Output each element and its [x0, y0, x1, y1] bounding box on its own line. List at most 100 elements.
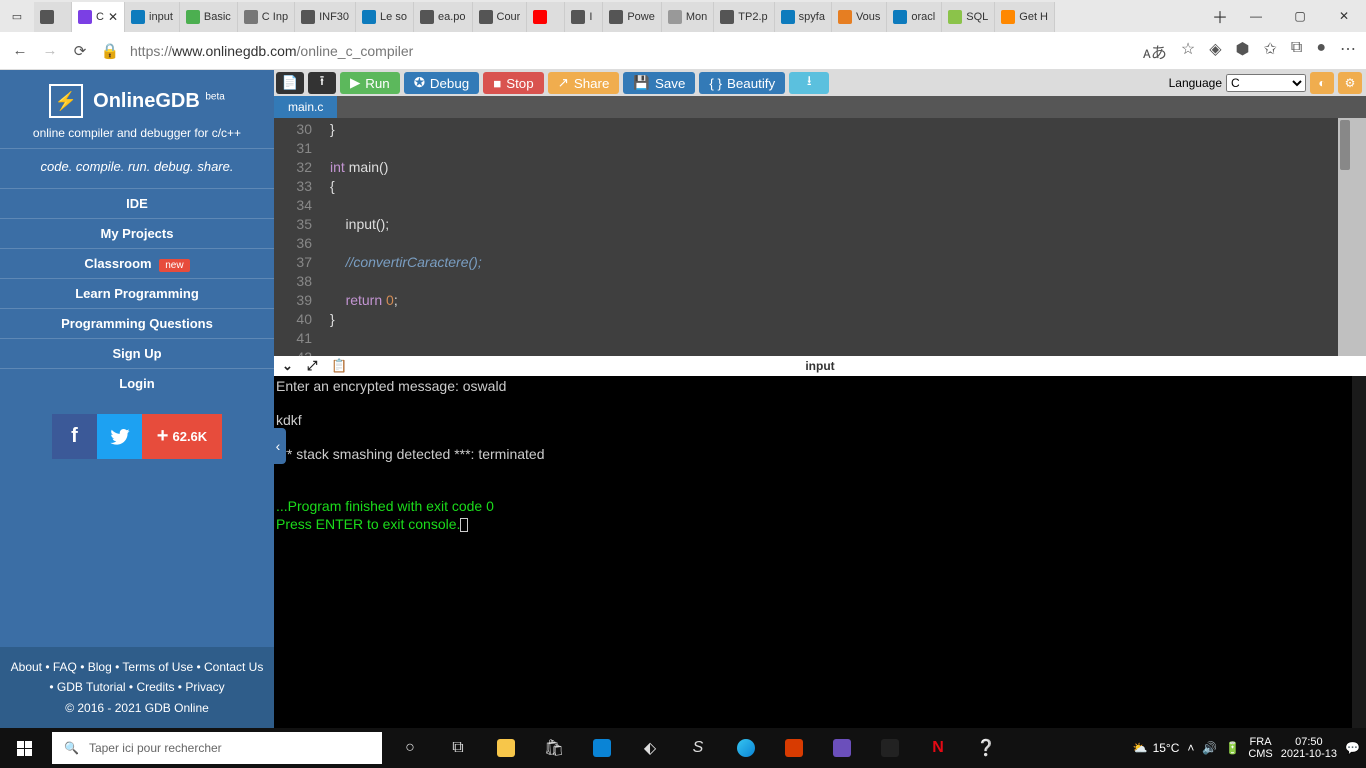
theme-button[interactable]: ◐ — [1310, 72, 1334, 94]
code-line[interactable] — [330, 234, 482, 253]
code-line[interactable]: } — [330, 310, 482, 329]
addr-action-icon[interactable]: ⧉ — [1291, 39, 1302, 63]
browser-tab[interactable] — [527, 2, 565, 32]
taskbar-mail[interactable] — [578, 728, 626, 768]
window-minimize[interactable]: — — [1234, 9, 1278, 23]
taskbar-office[interactable] — [770, 728, 818, 768]
code-line[interactable]: input(); — [330, 215, 482, 234]
sidebar-item[interactable]: My Projects — [0, 218, 274, 248]
upload-button[interactable]: ⭱ — [308, 72, 336, 94]
code-line[interactable]: return 0; — [330, 291, 482, 310]
editor-scrollbar[interactable] — [1338, 118, 1352, 356]
expand-console-icon[interactable]: ⤢ — [307, 358, 317, 374]
sidebar-item[interactable]: Classroom new — [0, 248, 274, 278]
taskbar-cortana[interactable]: ○ — [386, 728, 434, 768]
window-close[interactable]: ✕ — [1322, 9, 1366, 23]
browser-tab[interactable]: I — [565, 2, 603, 32]
tray-battery-icon[interactable]: 🔋 — [1225, 741, 1240, 755]
window-maximize[interactable]: ▢ — [1278, 9, 1322, 23]
copy-console-icon[interactable]: 📋 — [331, 358, 347, 374]
download-button[interactable]: ⭳ — [789, 72, 829, 94]
browser-tab[interactable]: Mon — [662, 2, 714, 32]
taskbar-lang[interactable]: FRACMS — [1248, 736, 1272, 760]
browser-tab[interactable]: Cour — [473, 2, 528, 32]
browser-tab[interactable]: input — [125, 2, 180, 32]
taskbar-taskview[interactable]: ⧉ — [434, 728, 482, 768]
browser-tab[interactable]: Get H — [995, 2, 1055, 32]
addr-action-icon[interactable]: ☆ — [1181, 39, 1195, 63]
browser-tab[interactable]: C✕ — [72, 2, 125, 32]
new-tab-button[interactable]: ＋ — [1206, 4, 1234, 28]
taskbar-clock[interactable]: 07:502021-10-13 — [1281, 736, 1337, 760]
taskbar-app-s[interactable]: S — [674, 728, 722, 768]
sidebar-item[interactable]: Learn Programming — [0, 278, 274, 308]
taskbar-explorer[interactable] — [482, 728, 530, 768]
beautify-button[interactable]: { } Beautify — [699, 72, 785, 94]
code-line[interactable]: } — [330, 120, 482, 139]
console-output[interactable]: Enter an encrypted message: oswald kdkf … — [274, 376, 1366, 728]
debug-button[interactable]: ✪ Debug — [404, 72, 479, 94]
taskbar-edge[interactable] — [722, 728, 770, 768]
reload-button[interactable]: ⟳ — [70, 42, 90, 60]
browser-tab[interactable]: SQL — [942, 2, 995, 32]
code-line[interactable]: //convertirCaractere(); — [330, 253, 482, 272]
browser-tab[interactable]: Basic — [180, 2, 238, 32]
run-button[interactable]: ▶ Run — [340, 72, 400, 94]
browser-tab[interactable]: Vous — [832, 2, 887, 32]
sidebar-item[interactable]: Sign Up — [0, 338, 274, 368]
share-button[interactable]: ↗ Share — [548, 72, 620, 94]
taskbar-dropbox[interactable]: ⬖ — [626, 728, 674, 768]
windows-search-box[interactable]: 🔍 Taper ici pour rechercher — [52, 732, 382, 764]
tray-volume-icon[interactable]: 🔊 — [1202, 741, 1217, 755]
close-icon[interactable]: ✕ — [108, 10, 118, 24]
browser-tab[interactable]: TP2.p — [714, 2, 774, 32]
collapse-console-icon[interactable]: ⌄ — [282, 358, 293, 374]
code-editor[interactable]: 30313233343536373839404142 }int main(){ … — [274, 118, 1366, 356]
code-line[interactable] — [330, 348, 482, 356]
twitter-button[interactable] — [97, 414, 142, 459]
notifications-icon[interactable]: 💬 — [1345, 741, 1360, 755]
collapse-sidebar-handle[interactable]: ‹ — [270, 428, 286, 464]
browser-tab[interactable]: Le so — [356, 2, 414, 32]
language-select[interactable]: C — [1226, 74, 1306, 92]
start-button[interactable] — [0, 728, 48, 768]
share-count-button[interactable]: +62.6K — [142, 414, 222, 459]
code-line[interactable] — [330, 196, 482, 215]
addr-action-icon[interactable]: ● — [1316, 39, 1326, 63]
back-button[interactable]: ← — [10, 42, 30, 59]
console-scrollbar[interactable] — [1352, 376, 1366, 728]
code-line[interactable]: { — [330, 177, 482, 196]
url-field[interactable]: https://www.onlinegdb.com/online_c_compi… — [130, 43, 1133, 59]
code-line[interactable] — [330, 329, 482, 348]
taskbar-terminal[interactable] — [866, 728, 914, 768]
taskbar-help[interactable]: ❔ — [962, 728, 1010, 768]
browser-tab[interactable]: spyfa — [775, 2, 832, 32]
save-button[interactable]: 💾 Save — [623, 72, 695, 94]
browser-tab[interactable]: INF30 — [295, 2, 356, 32]
taskbar-netflix[interactable]: N — [914, 728, 962, 768]
browser-tab[interactable]: ea.po — [414, 2, 473, 32]
code-line[interactable] — [330, 272, 482, 291]
forward-button[interactable]: → — [40, 42, 60, 59]
browser-tab[interactable]: oracl — [887, 2, 942, 32]
taskbar-weather[interactable]: ⛅ 15°C — [1133, 741, 1180, 755]
settings-button[interactable]: ⚙ — [1338, 72, 1362, 94]
stop-button[interactable]: ■ Stop — [483, 72, 543, 94]
sidebar-item[interactable]: IDE — [0, 188, 274, 218]
facebook-button[interactable]: f — [52, 414, 97, 459]
browser-tab[interactable]: Powe — [603, 2, 662, 32]
addr-action-icon[interactable]: ◈ — [1209, 39, 1221, 63]
file-tab-main[interactable]: main.c — [274, 96, 337, 118]
addr-action-icon[interactable]: ᴀあ — [1143, 39, 1167, 63]
code-line[interactable] — [330, 139, 482, 158]
code-line[interactable]: int main() — [330, 158, 482, 177]
site-identity-icon[interactable]: 🔒 — [100, 42, 120, 60]
new-file-button[interactable]: 📄 — [276, 72, 304, 94]
addr-action-icon[interactable]: ✩ — [1263, 39, 1276, 63]
tray-chevron[interactable]: ˄ — [1187, 741, 1194, 755]
footer-links[interactable]: About • FAQ • Blog • Terms of Use • Cont… — [0, 647, 274, 728]
addr-action-icon[interactable]: ⬢ — [1236, 39, 1250, 63]
sidebar-item[interactable]: Programming Questions — [0, 308, 274, 338]
console-tab-label[interactable]: input — [805, 359, 834, 373]
browser-tab[interactable] — [34, 2, 72, 32]
